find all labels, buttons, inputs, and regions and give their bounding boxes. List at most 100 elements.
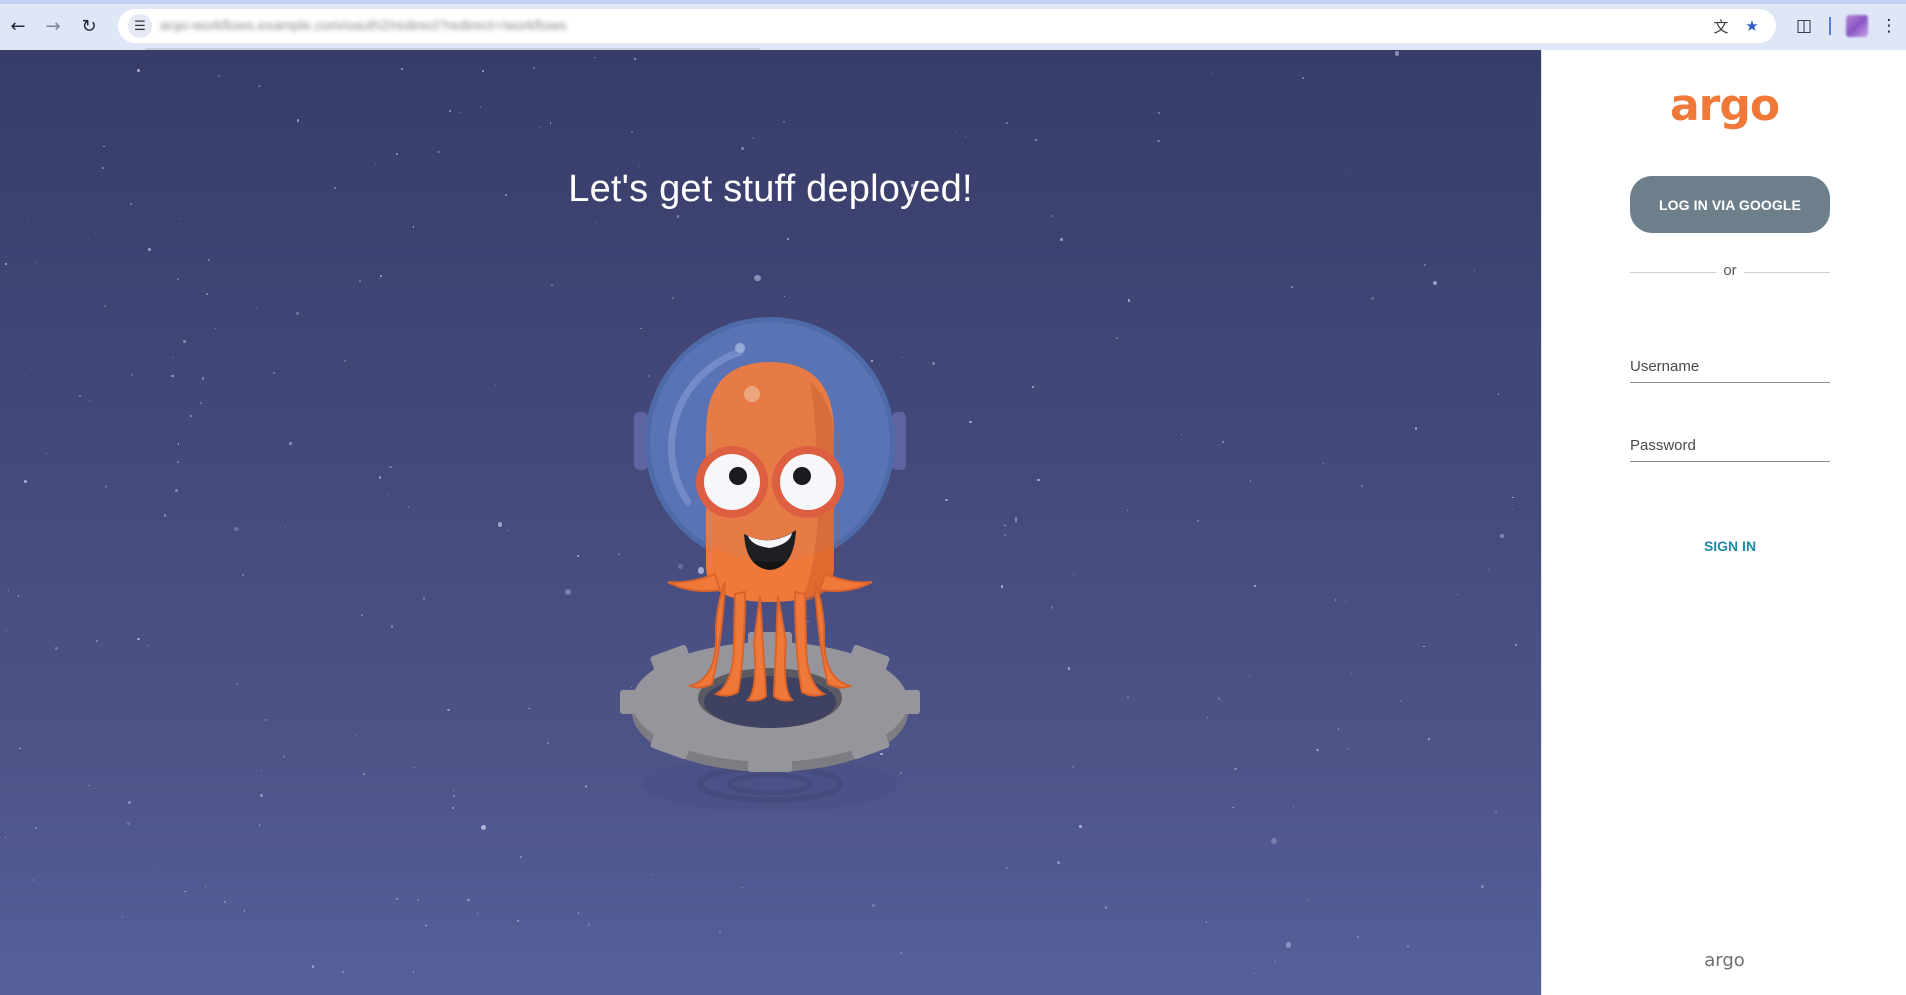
star-dot [452, 242, 454, 244]
star-dot [872, 904, 875, 907]
star-dot [551, 284, 553, 286]
divider-line-right [1744, 272, 1830, 273]
star-dot [1051, 215, 1053, 217]
star-dot [264, 718, 267, 721]
star-dot [146, 645, 148, 647]
star-dot [296, 119, 300, 122]
star-dot [176, 278, 179, 281]
star-dot [1005, 121, 1009, 124]
star-dot [235, 682, 238, 686]
star-dot [1035, 139, 1038, 142]
star-dot [29, 367, 32, 370]
google-login-button[interactable]: LOG IN VIA GOOGLE [1630, 176, 1830, 233]
star-dot [1014, 520, 1017, 523]
star-dot [1474, 269, 1476, 272]
star-dot [89, 399, 91, 401]
star-dot [495, 384, 497, 386]
kebab-menu-icon[interactable]: ⋮ [1877, 12, 1901, 40]
star-dot [200, 401, 203, 404]
star-dot [1234, 767, 1237, 771]
star-dot [341, 970, 344, 973]
star-dot [1181, 434, 1183, 436]
tune-icon[interactable]: ☰ [128, 14, 152, 38]
star-dot [516, 919, 520, 923]
password-input[interactable] [1630, 435, 1834, 463]
star-dot [27, 220, 29, 222]
address-url[interactable]: argo-workflows.example.com/oauth2/redire… [160, 18, 760, 32]
argo-logo: argo [1669, 80, 1780, 131]
star-dot [35, 827, 38, 829]
star-dot [412, 971, 414, 973]
star-dot [718, 931, 721, 934]
star-dot [32, 878, 35, 881]
star-dot [396, 152, 399, 155]
star-dot [467, 898, 470, 901]
star-dot [1321, 462, 1324, 465]
translate-icon[interactable]: 文 [1710, 15, 1732, 37]
star-dot [969, 420, 972, 423]
star-dot [528, 707, 530, 710]
toolbar-divider [1829, 17, 1831, 35]
star-dot [206, 292, 209, 295]
star-dot [452, 795, 455, 798]
star-dot [204, 885, 207, 887]
password-field[interactable]: Password [1630, 435, 1834, 463]
star-dot [344, 360, 347, 362]
star-dot [1488, 568, 1490, 570]
star-dot [539, 126, 541, 128]
star-dot [1274, 961, 1276, 963]
star-dot [452, 789, 455, 791]
star-dot [88, 784, 90, 787]
star-dot [964, 135, 967, 138]
star-dot [481, 824, 487, 830]
star-dot [387, 493, 390, 495]
star-dot [944, 498, 948, 502]
arrow-right-icon[interactable]: → [39, 12, 67, 40]
star-dot [1001, 585, 1004, 588]
star-dot [1126, 509, 1128, 512]
star-dot [87, 237, 89, 239]
avatar[interactable] [1846, 15, 1868, 37]
username-field[interactable]: Username [1630, 356, 1834, 384]
star-dot [1428, 738, 1431, 741]
star-dot [176, 461, 179, 464]
star-dot [1197, 519, 1200, 522]
star-dot [595, 221, 597, 223]
star-dot [1316, 748, 1320, 752]
reload-icon[interactable]: ↻ [75, 12, 103, 40]
star-dot [19, 747, 21, 750]
arrow-left-icon[interactable]: ← [4, 12, 32, 40]
star-dot [786, 238, 789, 240]
star-dot [234, 526, 239, 532]
star-dot [549, 122, 552, 124]
star-dot [1290, 285, 1293, 288]
browser-toolbar: ← → ↻ ☰ argo-workflows.example.com/oauth… [0, 0, 1906, 51]
star-dot [390, 625, 394, 628]
puzzle-icon[interactable]: ◫ [1790, 12, 1818, 40]
star-dot [407, 505, 410, 508]
star-dot [593, 56, 596, 59]
address-bar[interactable]: ☰ argo-workflows.example.com/oauth2/redi… [118, 9, 1776, 43]
star-dot [183, 340, 186, 343]
star-dot [427, 506, 429, 508]
star-dot [416, 898, 420, 902]
star-dot [241, 573, 244, 577]
star-dot [96, 816, 98, 818]
star-dot [932, 361, 935, 365]
password-underline [1630, 461, 1830, 462]
username-input[interactable] [1630, 356, 1834, 384]
star-dot [1211, 72, 1213, 74]
star-dot [1350, 672, 1353, 675]
star-dot [900, 952, 903, 955]
sign-in-button[interactable]: SIGN IN [1630, 530, 1830, 560]
star-dot [296, 311, 300, 315]
star-dot [479, 106, 482, 108]
star-dot [1032, 386, 1035, 389]
star-icon[interactable]: ★ [1741, 15, 1763, 37]
star-dot [1003, 533, 1006, 536]
star-dot [1400, 699, 1403, 702]
star-dot [520, 856, 523, 859]
star-dot [1302, 77, 1305, 80]
star-dot [449, 110, 452, 113]
star-dot [311, 965, 315, 968]
